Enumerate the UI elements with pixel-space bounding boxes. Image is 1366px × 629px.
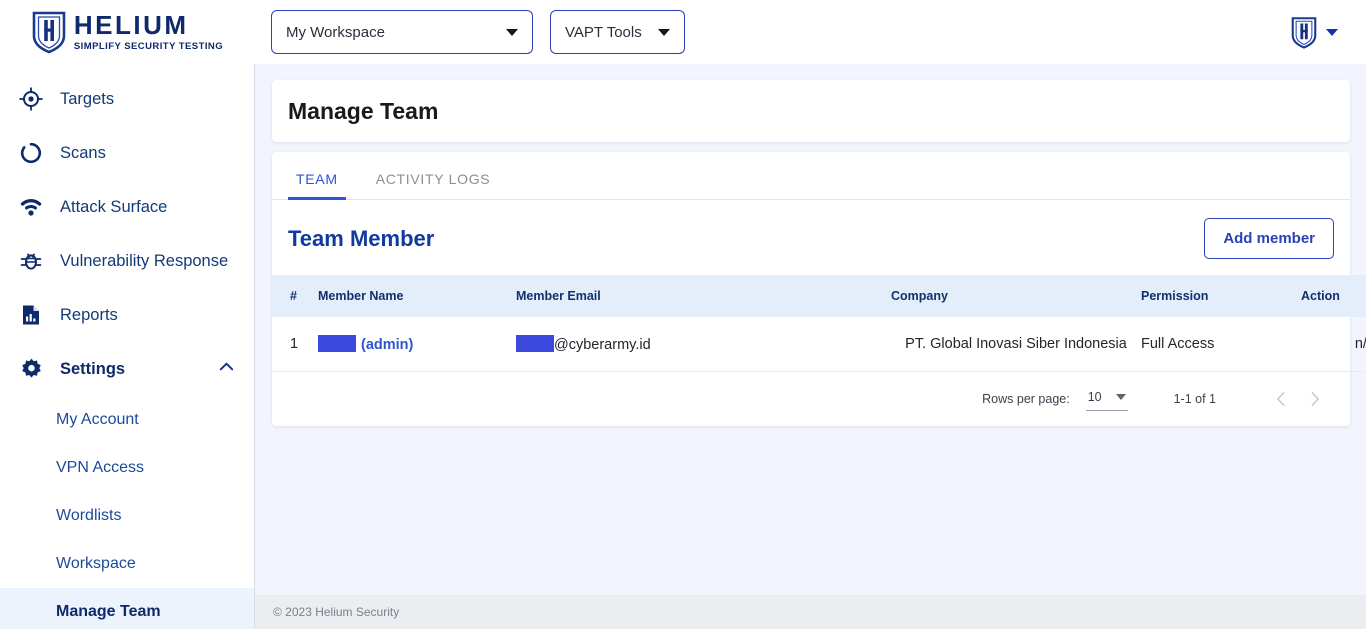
column-header-permission: Permission [1141, 275, 1301, 317]
admin-tag: (admin) [361, 336, 414, 353]
sidebar-item-vpn-access[interactable]: VPN Access [0, 444, 254, 492]
target-icon [18, 86, 44, 112]
chevron-down-icon [657, 28, 670, 36]
table-row[interactable]: 1 (admin) @cyberarmy.id PT. Global Inova… [272, 317, 1366, 372]
add-member-button[interactable]: Add member [1204, 218, 1334, 259]
sidebar-item-scans[interactable]: Scans [0, 126, 254, 180]
app-root: HELIUM SIMPLIFY SECURITY TESTING My Work… [0, 0, 1366, 629]
redacted-name-block [318, 334, 356, 352]
email-domain: @cyberarmy.id [554, 336, 651, 353]
team-members-table: # Member Name Member Email Company Permi… [272, 275, 1366, 372]
chevron-down-icon[interactable] [1326, 28, 1338, 36]
wifi-signal-icon [18, 194, 44, 220]
sidebar-item-label: Settings [60, 359, 126, 378]
sidebar-item-label: Attack Surface [60, 197, 168, 216]
gear-icon [18, 356, 44, 382]
sidebar-item-my-account[interactable]: My Account [0, 396, 254, 444]
sidebar-item-label: Vulnerability Response [60, 251, 229, 270]
sidebar-item-manage-team[interactable]: Manage Team [0, 588, 254, 629]
cell-index: 1 [272, 317, 318, 372]
user-menu[interactable] [1291, 16, 1338, 49]
chevron-right-icon[interactable] [1298, 382, 1332, 416]
workspace-select[interactable]: My Workspace [271, 10, 533, 54]
app-logo[interactable]: HELIUM SIMPLIFY SECURITY TESTING [0, 10, 255, 54]
sidebar-item-settings[interactable]: Settings [0, 342, 254, 396]
sidebar-item-label: Targets [60, 89, 115, 108]
shield-h-avatar-icon [1291, 16, 1317, 49]
sidebar-subitem-label: My Account [56, 411, 139, 428]
tab-bar: TEAM ACTIVITY LOGS [272, 152, 1350, 200]
rows-per-page-value: 10 [1087, 390, 1102, 404]
sidebar-subitem-label: Manage Team [56, 603, 161, 620]
workspace-value: My Workspace [286, 23, 385, 41]
page-header-card: Manage Team [272, 80, 1350, 142]
column-header-member-name: Member Name [318, 275, 516, 317]
team-panel: TEAM ACTIVITY LOGS Team Member Add membe… [272, 152, 1366, 426]
bug-icon [18, 248, 44, 274]
sidebar-subitem-label: Wordlists [56, 507, 122, 524]
redacted-email-block [516, 334, 554, 352]
chevron-up-icon[interactable] [217, 357, 236, 381]
cell-company: PT. Global Inovasi Siber Indonesia [891, 317, 1141, 372]
column-header-member-email: Member Email [516, 275, 891, 317]
pagination-range: 1-1 of 1 [1173, 391, 1216, 406]
chevron-down-icon [1115, 394, 1126, 400]
sidebar-item-vulnerability-response[interactable]: Vulnerability Response [0, 234, 254, 288]
rows-per-page-select[interactable]: 10 [1085, 386, 1128, 411]
report-document-icon [18, 302, 44, 328]
scan-refresh-icon [18, 140, 44, 166]
shield-h-icon [32, 11, 66, 54]
vapt-tools-dropdown[interactable]: VAPT Tools [550, 10, 685, 54]
table-header: # Member Name Member Email Company Permi… [272, 275, 1366, 317]
chevron-left-icon[interactable] [1264, 382, 1298, 416]
footer-copyright: © 2023 Helium Security [273, 605, 400, 619]
body-row: Targets Scans Attack Surface Vulnerabili… [0, 64, 1366, 629]
team-section-title: Team Member [288, 225, 435, 251]
sidebar-item-reports[interactable]: Reports [0, 288, 254, 342]
logo-title: HELIUM [73, 10, 189, 41]
column-header-company: Company [891, 275, 1141, 317]
footer: © 2023 Helium Security [255, 595, 1366, 629]
cell-member-email: @cyberarmy.id [516, 317, 891, 372]
tab-team[interactable]: TEAM [288, 171, 346, 200]
cell-action: n/a [1301, 317, 1366, 372]
column-header-index: # [272, 275, 318, 317]
rows-per-page-label: Rows per page: [982, 391, 1070, 406]
sidebar-subitem-label: VPN Access [56, 459, 145, 476]
cell-member-name: (admin) [318, 317, 516, 372]
tab-activity-logs[interactable]: ACTIVITY LOGS [368, 171, 499, 199]
sidebar-item-label: Scans [60, 143, 106, 162]
sidebar: Targets Scans Attack Surface Vulnerabili… [0, 64, 255, 629]
sidebar-item-wordlists[interactable]: Wordlists [0, 492, 254, 540]
sidebar-item-targets[interactable]: Targets [0, 72, 254, 126]
table-body: 1 (admin) @cyberarmy.id PT. Global Inova… [272, 317, 1366, 372]
pagination-bar: Rows per page: 10 1-1 of 1 [272, 372, 1350, 426]
sidebar-item-workspace[interactable]: Workspace [0, 540, 254, 588]
top-bar: HELIUM SIMPLIFY SECURITY TESTING My Work… [0, 0, 1366, 64]
chevron-down-icon [506, 28, 518, 36]
table-header-row: # Member Name Member Email Company Permi… [272, 275, 1366, 317]
sidebar-subitem-label: Workspace [56, 555, 136, 572]
cell-permission: Full Access [1141, 317, 1301, 372]
logo-subtitle: SIMPLIFY SECURITY TESTING [73, 41, 224, 53]
main-content: Manage Team TEAM ACTIVITY LOGS Team Memb… [255, 64, 1366, 629]
sidebar-item-attack-surface[interactable]: Attack Surface [0, 180, 254, 234]
sidebar-item-label: Reports [60, 305, 118, 324]
vapt-tools-label: VAPT Tools [565, 23, 642, 41]
page-title: Manage Team [288, 97, 439, 124]
column-header-action: Action [1301, 275, 1366, 317]
team-section-header: Team Member Add member [272, 200, 1350, 275]
